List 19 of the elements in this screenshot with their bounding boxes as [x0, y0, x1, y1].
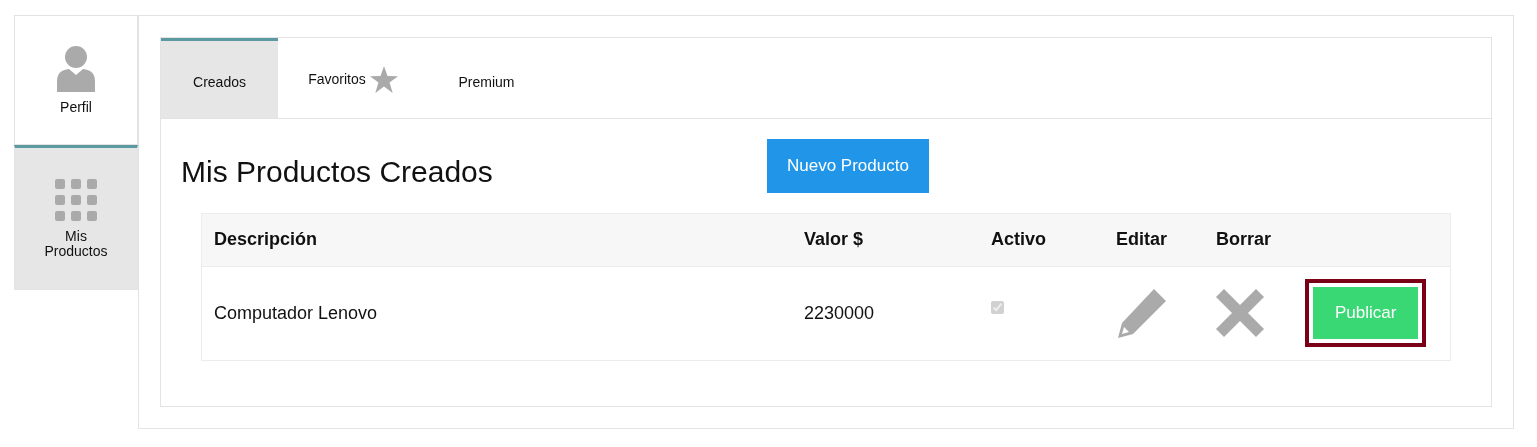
table-cell: 2230000 — [804, 302, 875, 323]
column-header: Borrar — [1216, 229, 1272, 249]
column-header: Activo — [991, 229, 1046, 249]
sidebar-item[interactable]: Mis Productos — [14, 145, 138, 290]
column-header: Valor $ — [804, 229, 864, 249]
sidebar-item[interactable]: Perfil — [14, 15, 138, 145]
page-heading: Mis Productos Creados — [181, 153, 494, 190]
tab[interactable]: Premium — [428, 38, 545, 118]
person-icon — [55, 45, 97, 93]
tab[interactable]: Creados — [161, 38, 278, 118]
tab[interactable]: Favoritos — [278, 38, 428, 118]
pencil-icon[interactable] — [1116, 287, 1168, 339]
column-header: Editar — [1116, 229, 1167, 249]
column-header: Descripción — [214, 229, 318, 249]
grid-icon — [55, 178, 97, 221]
table-cell: Computador Lenovo — [214, 302, 378, 323]
delete-icon[interactable] — [1216, 289, 1264, 337]
sidebar-label: Perfil — [60, 100, 92, 115]
sidebar-label: Mis Productos — [43, 228, 109, 259]
